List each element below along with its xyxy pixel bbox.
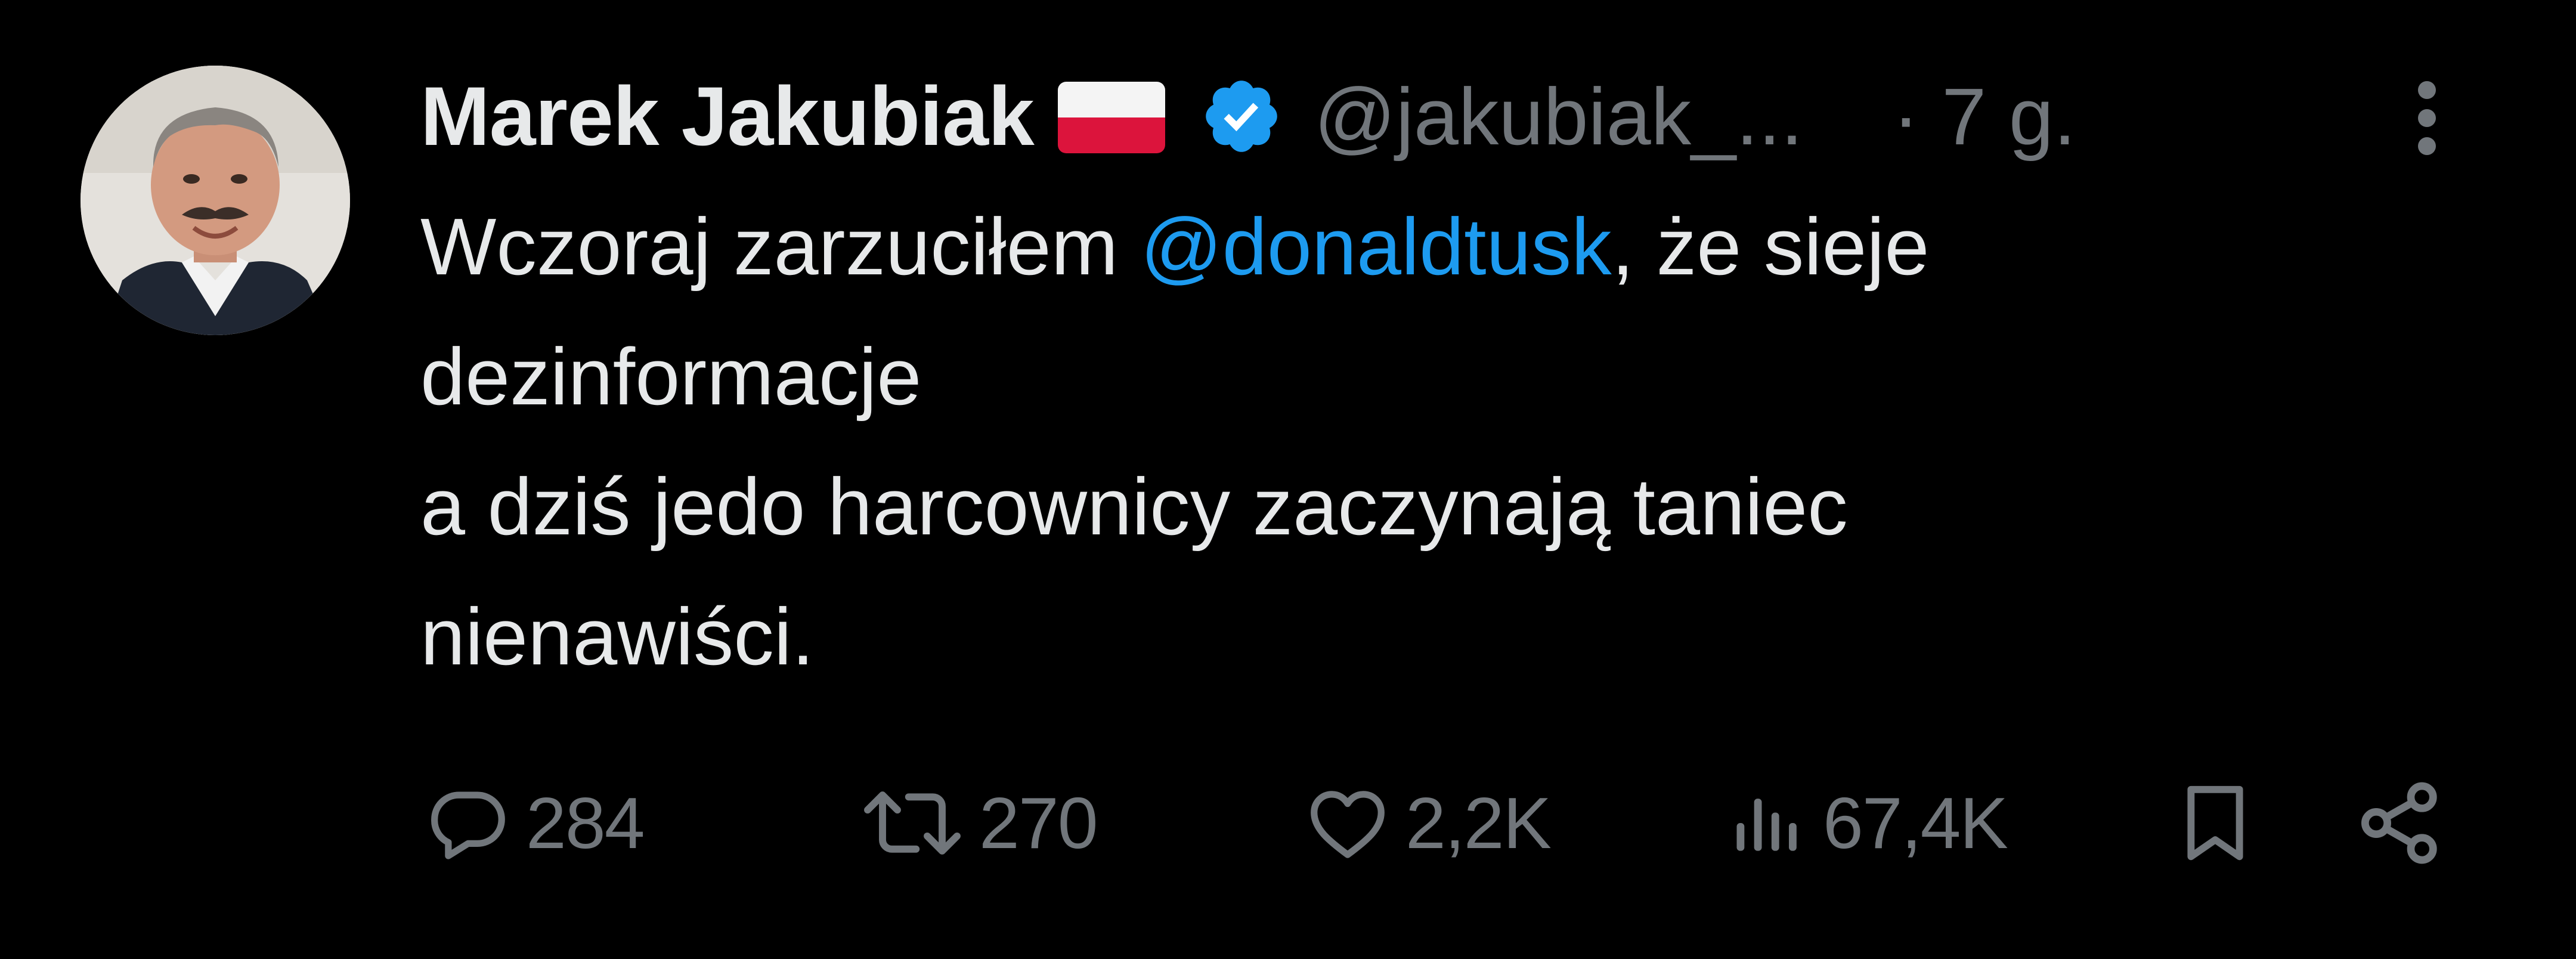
user-handle[interactable]: @jakubiak_...: [1314, 70, 1803, 163]
more-options-icon[interactable]: [2409, 73, 2445, 163]
avatar-photo: [80, 66, 350, 335]
tweet-text-line-4: nienawiści.: [420, 592, 815, 682]
tweet-text-line-1: Wczoraj zarzuciłem @donaldtusk, że sieje: [420, 182, 2448, 312]
views-count: 67,4K: [1823, 782, 2008, 864]
reply-icon: [431, 791, 505, 859]
tweet-text-segment: , że sieje: [1611, 202, 1930, 292]
verified-badge-icon[interactable]: [1200, 75, 1283, 158]
views-button[interactable]: 67,4K: [1726, 769, 2008, 877]
heart-icon: [1311, 791, 1385, 858]
tweet-text: Wczoraj zarzuciłem @donaldtusk, że sieje…: [420, 182, 2448, 702]
bookmark-icon: [2187, 785, 2243, 861]
tweet-card[interactable]: Marek Jakubiak @jakubiak_... · 7 g. Wczo…: [0, 0, 2576, 959]
mention-link[interactable]: @donaldtusk: [1141, 202, 1612, 292]
share-icon: [2361, 782, 2437, 864]
retweet-icon: [864, 791, 961, 855]
share-button[interactable]: [2352, 769, 2448, 877]
tweet-text-line-2: dezinformacje: [420, 332, 922, 422]
tweet-text-line-3: a dziś jedo harcownicy zaczynają taniec: [420, 462, 1848, 552]
tweet-header: Marek Jakubiak @jakubiak_... · 7 g.: [420, 63, 2552, 170]
analytics-icon: [1736, 799, 1797, 851]
timestamp[interactable]: · 7 g.: [1893, 70, 2076, 163]
reply-count: 284: [526, 782, 645, 864]
poland-flag-icon: [1057, 82, 1165, 153]
avatar[interactable]: [80, 66, 350, 335]
reply-button[interactable]: 284: [423, 769, 645, 877]
bookmark-button[interactable]: [2171, 769, 2260, 877]
display-name[interactable]: Marek Jakubiak: [420, 68, 1035, 165]
like-count: 2,2K: [1405, 782, 1552, 864]
retweet-count: 270: [979, 782, 1098, 864]
action-bar: 284 270 2,2K 67,4K: [0, 769, 2576, 877]
tweet-text-segment: Wczoraj zarzuciłem: [420, 202, 1141, 292]
like-button[interactable]: 2,2K: [1303, 769, 1552, 877]
retweet-button[interactable]: 270: [859, 769, 1098, 877]
